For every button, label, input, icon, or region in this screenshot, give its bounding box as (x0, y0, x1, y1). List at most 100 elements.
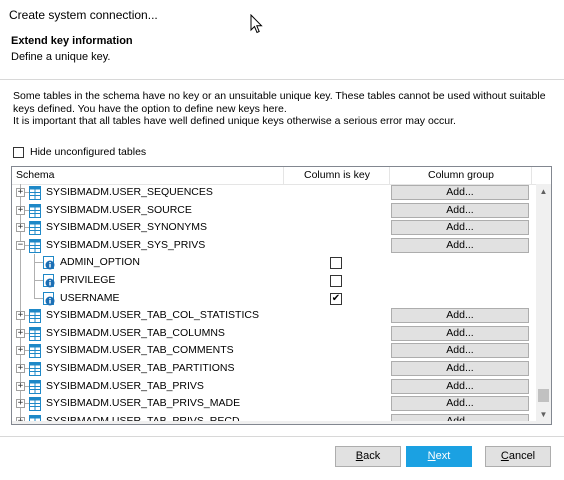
column-name: ADMIN_OPTION (60, 256, 140, 269)
table-name: SYSIBMADM.USER_TAB_COMMENTS (46, 344, 234, 357)
column-info-icon (43, 291, 55, 306)
add-column-group-button[interactable]: Add... (391, 325, 529, 341)
table-name: SYSIBMADM.USER_TAB_COL_STATISTICS (46, 309, 259, 322)
expand-icon[interactable]: + (16, 328, 25, 338)
expand-icon[interactable]: + (16, 205, 25, 215)
column-divider (531, 167, 532, 184)
next-accelerator: N (427, 450, 436, 462)
table-name: SYSIBMADM.USER_SYS_PRIVS (46, 238, 206, 251)
table-row[interactable]: + SYSIBMADM.USER_SYNONYMS Add... (12, 219, 537, 237)
table-row[interactable]: + SYSIBMADM.USER_TAB_COLUMNS Add... (12, 324, 537, 343)
column-header-group[interactable]: Column group (428, 167, 494, 184)
tree-line (34, 280, 43, 281)
column-info-icon (43, 274, 55, 288)
expand-icon[interactable]: + (16, 188, 25, 197)
table-icon (29, 186, 41, 200)
key-grid[interactable]: Schema Column is key Column group + SYSIB… (11, 166, 552, 425)
hide-unconfigured-checkbox[interactable] (13, 146, 24, 158)
add-column-group-button[interactable]: Add... (391, 237, 529, 253)
vertical-scrollbar[interactable]: ▲ ▼ (536, 184, 551, 424)
expand-icon[interactable]: + (16, 311, 25, 321)
column-name: PRIVILEGE (60, 274, 116, 286)
cancel-button[interactable]: Cancel (485, 446, 551, 467)
table-icon (29, 326, 41, 341)
column-row[interactable]: ADMIN_OPTION (12, 254, 537, 272)
add-column-group-button[interactable]: Add... (391, 202, 529, 218)
table-row[interactable]: + SYSIBMADM.USER_TAB_PRIVS Add... (12, 377, 537, 396)
tree-line (20, 254, 21, 272)
column-divider (283, 167, 284, 184)
tree-line (34, 262, 43, 264)
back-accelerator: B (355, 450, 364, 462)
table-icon (29, 203, 41, 218)
next-button[interactable]: Next (406, 446, 472, 467)
tree-line (20, 289, 21, 308)
title-bar: Create system connection... (0, 0, 564, 34)
next-label: ext (435, 450, 451, 462)
table-icon (29, 238, 41, 253)
column-row[interactable]: PRIVILEGE (12, 272, 537, 290)
expand-icon[interactable]: + (16, 346, 25, 356)
description-text: Some tables in the schema have no key or… (13, 90, 553, 128)
column-is-key-checkbox[interactable] (330, 275, 342, 287)
add-column-group-button[interactable]: Add... (391, 308, 529, 324)
add-column-group-button[interactable]: Add... (391, 343, 529, 359)
table-row[interactable]: + SYSIBMADM.USER_TAB_PARTITIONS Add... (12, 360, 537, 378)
expand-icon[interactable]: + (16, 381, 25, 391)
scrollbar-thumb[interactable] (538, 389, 549, 402)
column-header-schema[interactable]: Schema (16, 167, 55, 184)
column-divider (389, 167, 390, 184)
column-is-key-checkbox[interactable]: ✔ (330, 292, 342, 305)
scroll-up-icon[interactable]: ▲ (536, 184, 551, 199)
table-name: SYSIBMADM.USER_TAB_PRIVS (46, 379, 204, 392)
collapse-icon[interactable]: − (16, 240, 25, 250)
table-name: SYSIBMADM.USER_TAB_COLUMNS (46, 326, 225, 339)
tree-line (34, 297, 43, 299)
description-line: keys defined. You have the option to def… (13, 102, 287, 115)
table-row[interactable]: + SYSIBMADM.USER_TAB_PRIVS_MADE Add... (12, 395, 537, 413)
table-icon (29, 397, 41, 412)
step-title: Extend key information (11, 35, 133, 47)
window-title: Create system connection... (9, 8, 158, 22)
footer-divider (0, 436, 564, 437)
tree-line (20, 272, 21, 290)
grid-header: Schema Column is key Column group (12, 167, 551, 185)
back-button[interactable]: Back (335, 446, 401, 467)
table-name: SYSIBMADM.USER_SOURCE (46, 203, 192, 216)
add-column-group-button[interactable]: Add... (391, 396, 529, 412)
add-column-group-button[interactable]: Add... (391, 185, 529, 200)
table-icon (29, 309, 41, 324)
column-header-key[interactable]: Column is key (304, 167, 370, 184)
back-label: ack (363, 450, 381, 462)
table-icon (29, 379, 41, 394)
table-icon (29, 221, 41, 236)
expand-icon[interactable]: + (16, 364, 25, 373)
wizard-header: Extend key information Define a unique k… (0, 30, 564, 76)
hide-unconfigured-label: Hide unconfigured tables (30, 146, 147, 158)
step-subtitle: Define a unique key. (11, 51, 111, 63)
column-row[interactable]: USERNAME ✔ (12, 289, 537, 308)
add-column-group-button[interactable]: Add... (391, 378, 529, 394)
table-name: SYSIBMADM.USER_SYNONYMS (46, 221, 208, 234)
add-column-group-button[interactable]: Add... (391, 361, 529, 376)
horizontal-scrollbar[interactable] (12, 421, 536, 424)
cancel-label: ancel (508, 450, 536, 462)
add-column-group-button[interactable]: Add... (391, 220, 529, 236)
scroll-down-icon[interactable]: ▼ (536, 407, 551, 422)
table-row[interactable]: + SYSIBMADM.USER_TAB_COMMENTS Add... (12, 342, 537, 360)
table-name: SYSIBMADM.USER_SEQUENCES (46, 186, 213, 198)
table-name: SYSIBMADM.USER_TAB_PARTITIONS (46, 362, 235, 374)
table-row[interactable]: + SYSIBMADM.USER_SEQUENCES Add... (12, 184, 537, 202)
hide-unconfigured-option[interactable]: Hide unconfigured tables (13, 145, 146, 159)
expand-icon[interactable]: + (16, 399, 25, 409)
cancel-accelerator: C (500, 450, 509, 462)
column-is-key-checkbox[interactable] (330, 257, 342, 270)
table-row[interactable]: − SYSIBMADM.USER_SYS_PRIVS Add... (12, 236, 537, 255)
table-row[interactable]: + SYSIBMADM.USER_TAB_COL_STATISTICS Add... (12, 307, 537, 325)
table-icon (29, 362, 41, 376)
description-line: It is important that all tables have wel… (13, 115, 456, 127)
table-name: SYSIBMADM.USER_TAB_PRIVS_MADE (46, 397, 241, 410)
table-icon (29, 344, 41, 359)
table-row[interactable]: + SYSIBMADM.USER_SOURCE Add... (12, 201, 537, 220)
expand-icon[interactable]: + (16, 223, 25, 233)
